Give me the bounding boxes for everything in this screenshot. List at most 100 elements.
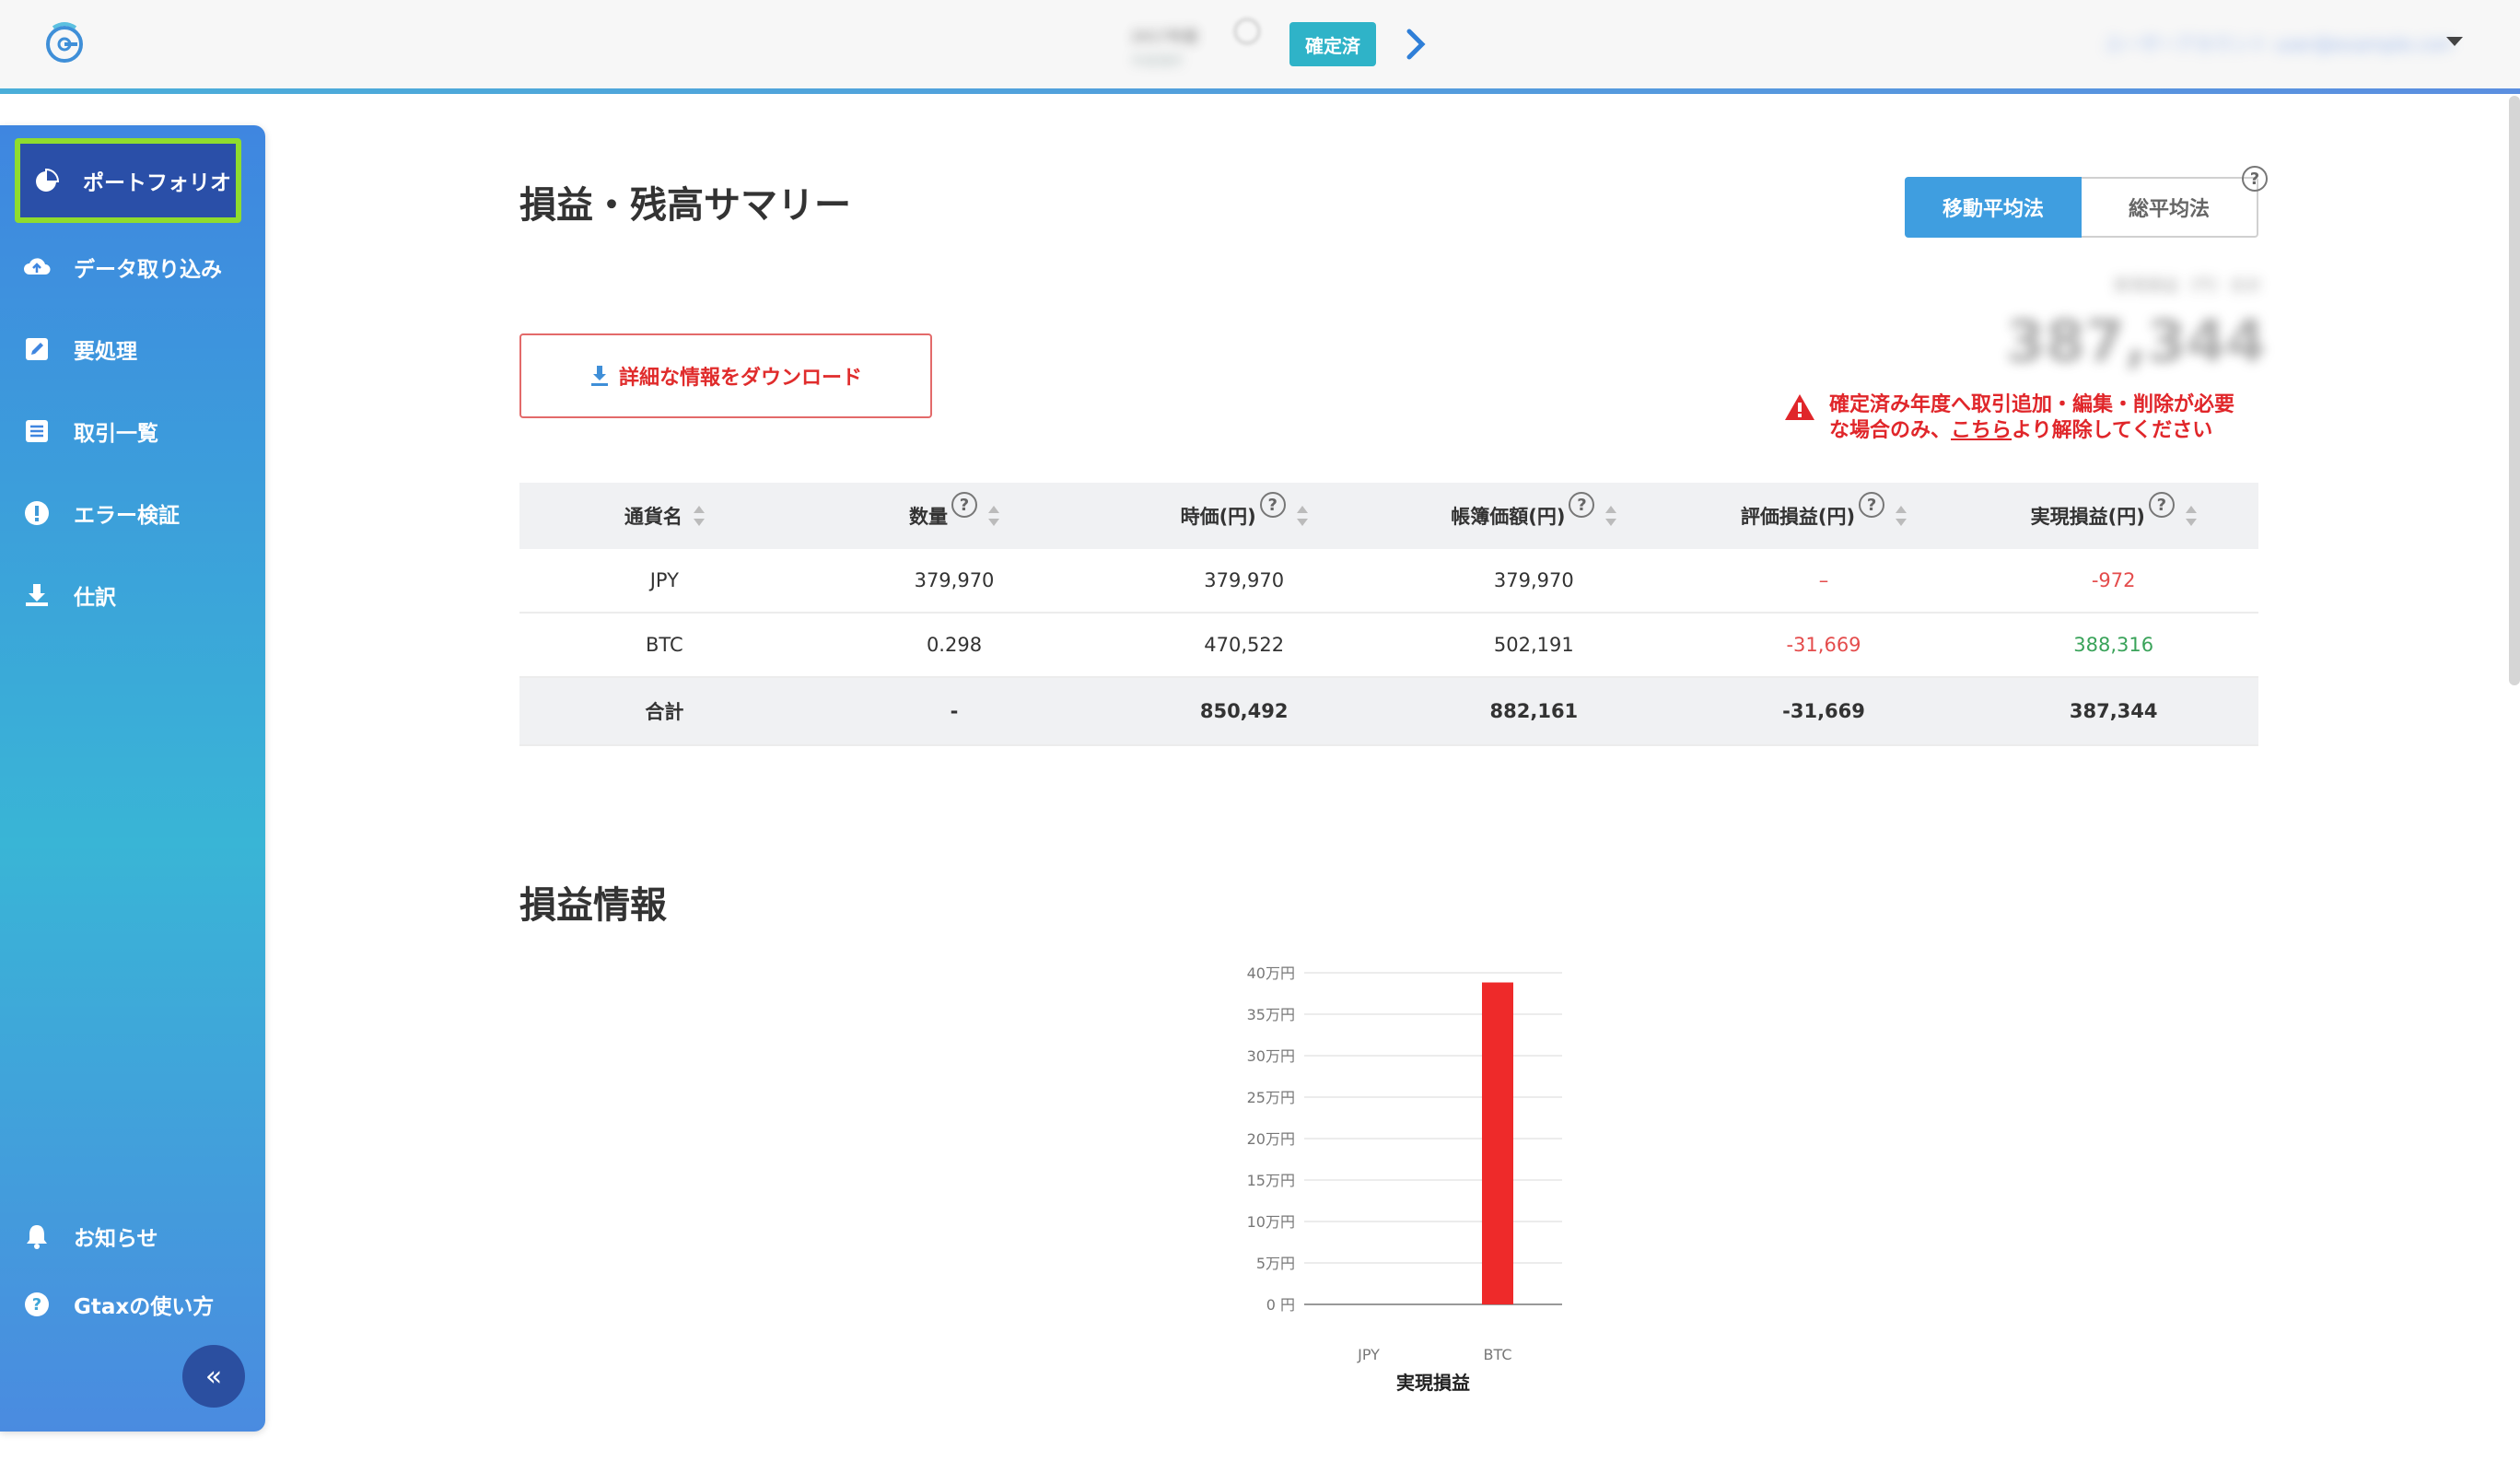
year-sub-label: 年度選択 [1131,54,1183,69]
warning-suffix: より解除してください [2012,419,2213,442]
y-tick-label: 40万円 [1247,964,1295,982]
warning-text: 確定済み年度へ取引追加・編集・削除が必要 な場合のみ、こちらより解除してください [1829,392,2234,444]
collapse-sidebar-button[interactable]: « [182,1345,245,1408]
cell-unrealized: -31,669 [1782,700,1865,722]
pie-chart-icon [31,166,61,195]
list-icon [22,416,52,446]
col-header-realized[interactable]: 実現損益(円)? [1968,492,2258,530]
sidebar-item-news[interactable]: お知らせ [0,1199,265,1273]
header-accent-line [0,88,2520,94]
header-label: 時価(円) [1180,506,1256,528]
user-account-menu[interactable]: ユーザーアカウント user@example.com [2104,29,2454,57]
col-header-currency[interactable]: 通貨名 [519,502,810,530]
cost-method-toggle: 移動平均法 総平均法 [1905,177,2258,238]
cell-book-value: 882,161 [1489,700,1579,722]
top-header: 2017年度 年度選択 確定済 ユーザーアカウント user@example.c… [0,0,2520,88]
download-details-button[interactable]: 詳細な情報をダウンロード [519,333,932,418]
page-scrollbar[interactable] [2509,96,2520,685]
cell-quantity: 379,970 [914,569,995,591]
sidebar: ポートフォリオ データ取り込み 要処理 取引一覧 エラー検証 仕訳 お知らせ ?… [0,125,265,1432]
table-total-row: 合計 - 850,492 882,161 -31,669 387,344 [519,678,2258,746]
sidebar-item-transactions[interactable]: 取引一覧 [0,394,265,468]
method-help-icon[interactable]: ? [2242,166,2268,192]
col-header-unrealized[interactable]: 評価損益(円)? [1679,492,1969,530]
sidebar-item-error-check[interactable]: エラー検証 [0,476,265,550]
sort-icon[interactable] [988,506,999,526]
gtax-logo-icon[interactable] [41,18,88,66]
header-label: 数量 [909,506,948,528]
cell-currency: 合計 [645,701,684,723]
cell-currency: JPY [649,569,679,591]
chevron-right-icon[interactable] [1402,26,1429,63]
col-header-quantity[interactable]: 数量? [810,492,1100,530]
warning-prefix: な場合のみ、 [1829,419,1952,442]
cell-realized: 387,344 [2069,700,2158,722]
help-circle-icon: ? [22,1290,52,1319]
page-title: 損益・残高サマリー [519,184,851,227]
col-header-book-value[interactable]: 帳簿価額(円)? [1389,492,1679,530]
cell-unrealized: – [1818,569,1829,591]
sort-icon[interactable] [2185,506,2197,526]
total-average-button[interactable]: 総平均法 [2082,177,2258,238]
x-tick-label: JPY [1357,1346,1380,1363]
caret-down-icon[interactable] [2446,37,2463,46]
sidebar-item-label: ポートフォリオ [83,171,231,195]
sidebar-item-portfolio[interactable]: ポートフォリオ [15,138,241,223]
cell-realized: 388,316 [2073,634,2154,656]
portfolio-table: 通貨名 数量? 時価(円)? 帳簿価額(円)? 評価損益(円)? 実現損益(円)… [519,483,2258,746]
sort-icon[interactable] [693,506,705,526]
cell-book-value: 379,970 [1493,569,1574,591]
sidebar-item-journal[interactable]: 仕訳 [0,558,265,632]
sidebar-item-label: Gtaxの使い方 [74,1295,215,1319]
header-label: 評価損益(円) [1740,506,1856,528]
cell-market-value: 850,492 [1199,700,1289,722]
sidebar-item-label: 要処理 [74,340,137,364]
year-help-icon[interactable] [1234,18,1260,44]
table-row: JPY 379,970 379,970 379,970 – -972 [519,549,2258,614]
help-icon[interactable]: ? [1859,492,1885,518]
col-header-market-value[interactable]: 時価(円)? [1099,492,1389,530]
sort-icon[interactable] [1896,506,1908,526]
sidebar-item-pending[interactable]: 要処理 [0,312,265,386]
section-title: 損益情報 [519,884,667,927]
realized-total-value: 387,344 [2005,308,2266,375]
sidebar-item-label: データ取り込み [74,258,222,282]
table-header-row: 通貨名 数量? 時価(円)? 帳簿価額(円)? 評価損益(円)? 実現損益(円)… [519,483,2258,549]
sidebar-item-data-import[interactable]: データ取り込み [0,230,265,304]
sidebar-item-label: お知らせ [74,1227,158,1251]
moving-average-button[interactable]: 移動平均法 [1905,177,2082,238]
y-tick-label: 25万円 [1247,1089,1295,1106]
sort-icon[interactable] [1605,506,1617,526]
y-tick-label: 35万円 [1247,1006,1295,1023]
alert-circle-icon [22,498,52,528]
download-icon [22,580,52,610]
cell-quantity: 0.298 [926,634,983,656]
y-tick-label: 15万円 [1247,1172,1295,1189]
sidebar-item-help[interactable]: ? Gtaxの使い方 [0,1268,265,1341]
cell-realized: -972 [2091,569,2136,591]
unlock-link[interactable]: こちら [1951,419,2012,442]
cell-unrealized: -31,669 [1786,634,1861,656]
table-row: BTC 0.298 470,522 502,191 -31,669 388,31… [519,614,2258,678]
x-tick-label: BTC [1484,1346,1512,1363]
warning-line-1: 確定済み年度へ取引追加・編集・削除が必要 [1829,393,2235,416]
help-icon[interactable]: ? [1569,492,1595,518]
help-icon[interactable]: ? [2148,492,2175,518]
year-label: 2017年度 [1131,28,1198,45]
edit-icon [22,334,52,364]
chart-bar [1482,982,1513,1304]
bell-icon [22,1221,52,1251]
status-badge: 確定済 [1289,22,1376,66]
x-axis-label: 実現損益 [1396,1372,1470,1394]
help-icon[interactable]: ? [1259,492,1286,518]
header-label: 帳簿価額(円) [1451,506,1566,528]
download-icon [590,366,608,386]
unlock-warning: 確定済み年度へ取引追加・編集・削除が必要 な場合のみ、こちらより解除してください [1783,392,2262,444]
help-icon[interactable]: ? [951,492,977,518]
cell-book-value: 502,191 [1493,634,1574,656]
realized-pl-chart: 0 円 5万円 10万円 15万円 20万円 25万円 30万円 35万円 40万円 JPY BTC… [1216,958,1603,1409]
download-label: 詳細な情報をダウンロード [618,367,862,390]
warning-icon [1785,394,1814,420]
sort-icon[interactable] [1296,506,1308,526]
y-tick-label: 5万円 [1256,1255,1295,1272]
